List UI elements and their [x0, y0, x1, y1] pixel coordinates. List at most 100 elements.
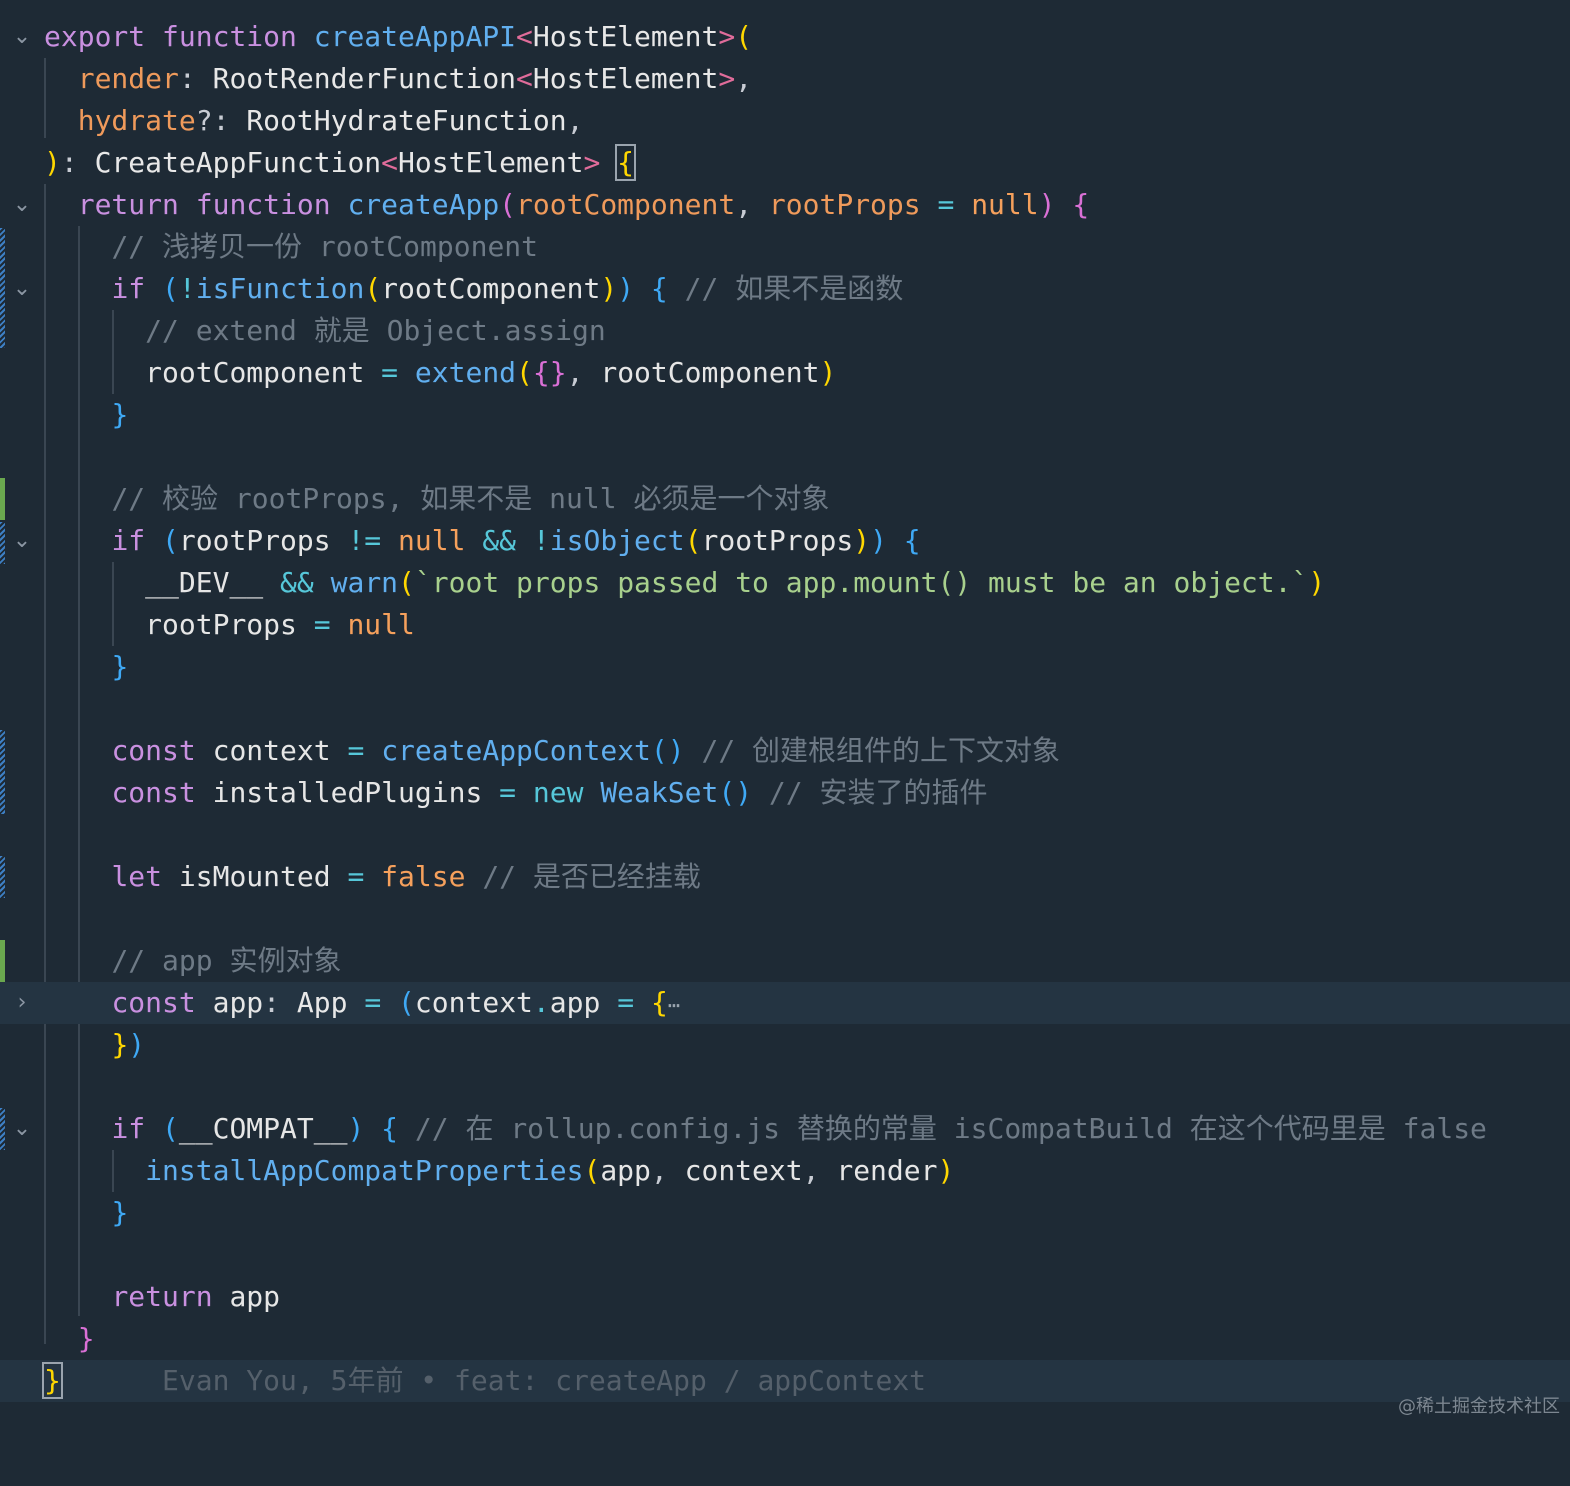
code-line[interactable]: ⌄ if (__COMPAT__) { // 在 rollup.config.j…	[0, 1108, 1570, 1150]
token-keyword: function	[195, 188, 331, 221]
token-bracket: (	[162, 1112, 179, 1145]
code-line[interactable]: return app	[0, 1276, 1570, 1318]
code-line-blame[interactable]: } Evan You, 5年前 • feat: createApp / appC…	[0, 1360, 1570, 1402]
code-editor[interactable]: ⌄ export function createAppAPI<HostEleme…	[0, 0, 1570, 1426]
code-line-current[interactable]: › const app: App = (context.app = {⋯	[0, 982, 1570, 1024]
code-line[interactable]: }	[0, 1318, 1570, 1360]
token-identifier: installedPlugins	[212, 776, 483, 809]
token-bracket: }	[77, 1322, 95, 1355]
token-identifier: render	[836, 1154, 938, 1187]
token-identifier: context	[212, 734, 331, 767]
token-bracket: (	[162, 272, 179, 305]
token-comment: // extend 就是 Object.assign	[145, 314, 606, 347]
code-line[interactable]: const installedPlugins = new WeakSet() /…	[0, 772, 1570, 814]
token-keyword: const	[111, 776, 196, 809]
token-keyword: const	[111, 734, 196, 767]
token-identifier: app	[600, 1154, 651, 1187]
token-operator: =	[347, 860, 365, 893]
token-punct: :	[263, 986, 281, 1019]
code-line[interactable]: // app 实例对象	[0, 940, 1570, 982]
token-operator: !	[532, 524, 550, 557]
chevron-down-icon[interactable]: ⌄	[8, 520, 36, 562]
code-line[interactable]: })	[0, 1024, 1570, 1066]
token-type: HostElement	[398, 146, 584, 179]
code-line[interactable]: __DEV__ && warn(`root props passed to ap…	[0, 562, 1570, 604]
token-bracket: (	[162, 524, 179, 557]
token-bracket-matched: }	[42, 1362, 63, 1399]
token-identifier: isMounted	[178, 860, 331, 893]
code-line[interactable]: // 浅拷贝一份 rootComponent	[0, 226, 1570, 268]
token-bracket: (	[398, 566, 415, 599]
code-line[interactable]: }	[0, 646, 1570, 688]
token-punct: ,	[735, 62, 753, 95]
token-bracket: }	[111, 1196, 129, 1229]
token-operator: =	[347, 734, 365, 767]
token-identifier: context	[684, 1154, 803, 1187]
token-bracket: )	[819, 356, 837, 389]
code-line[interactable]: // extend 就是 Object.assign	[0, 310, 1570, 352]
code-line[interactable]: const context = createAppContext() // 创建…	[0, 730, 1570, 772]
token-keyword: if	[111, 524, 146, 557]
token-constant: null	[971, 188, 1039, 221]
code-line[interactable]: // 校验 rootProps, 如果不是 null 必须是一个对象	[0, 478, 1570, 520]
token-bracket: )	[870, 524, 887, 557]
token-identifier: __DEV__	[145, 566, 264, 599]
token-function: createApp	[347, 188, 500, 221]
token-keyword: let	[111, 860, 163, 893]
code-line[interactable]: ⌄ if (!isFunction(rootComponent)) { // 如…	[0, 268, 1570, 310]
token-bracket: (	[735, 20, 753, 53]
token-bracket: (	[516, 356, 533, 389]
token-punct: ,	[735, 188, 753, 221]
token-operator: !=	[347, 524, 382, 557]
token-punct: .	[532, 986, 550, 1019]
chevron-down-icon[interactable]: ⌄	[8, 268, 36, 310]
token-operator: =	[617, 986, 635, 1019]
token-comment: // 如果不是函数	[684, 272, 904, 305]
chevron-down-icon[interactable]: ⌄	[8, 16, 36, 58]
token-bracket: }	[111, 650, 129, 683]
token-function: createAppContext	[381, 734, 651, 767]
token-bracket: (	[499, 188, 517, 221]
code-line[interactable]: }	[0, 1192, 1570, 1234]
token-comment: // 校验 rootProps, 如果不是 null 必须是一个对象	[111, 482, 830, 515]
code-line[interactable]: hydrate?: RootHydrateFunction,	[0, 100, 1570, 142]
token-bracket: (	[364, 272, 382, 305]
code-line[interactable]: installAppCompatProperties(app, context,…	[0, 1150, 1570, 1192]
folded-region-ellipsis[interactable]: ⋯	[668, 993, 680, 1017]
token-keyword: return	[77, 188, 179, 221]
git-blame-annotation[interactable]: Evan You, 5年前 • feat: createApp / appCon…	[162, 1364, 926, 1397]
code-line[interactable]: ⌄ export function createAppAPI<HostEleme…	[0, 16, 1570, 58]
token-identifier: rootComponent	[145, 356, 365, 389]
token-bracket: )	[128, 1028, 146, 1061]
token-bracket: {}	[532, 356, 567, 389]
token-param: rootComponent	[516, 188, 736, 221]
token-identifier: rootComponent	[381, 272, 601, 305]
code-line[interactable]: ): CreateAppFunction<HostElement> {	[0, 142, 1570, 184]
token-comment: // 在 rollup.config.js 替换的常量 isCompatBuil…	[414, 1112, 1487, 1145]
token-type: App	[296, 986, 348, 1019]
code-line[interactable]: rootComponent = extend({}, rootComponent…	[0, 352, 1570, 394]
watermark: @稀土掘金技术社区	[1398, 1396, 1560, 1417]
token-keyword: function	[162, 20, 297, 53]
token-operator: &&	[280, 566, 314, 599]
chevron-down-icon[interactable]: ⌄	[8, 1108, 36, 1150]
chevron-right-icon[interactable]: ›	[8, 982, 36, 1024]
token-bracket: )	[617, 272, 635, 305]
chevron-down-icon[interactable]: ⌄	[8, 184, 36, 226]
token-function: createAppAPI	[313, 20, 517, 53]
code-line[interactable]: ⌄ return function createApp(rootComponen…	[0, 184, 1570, 226]
code-line[interactable]: render: RootRenderFunction<HostElement>,	[0, 58, 1570, 100]
token-operator: &&	[482, 524, 517, 557]
token-type: HostElement	[532, 62, 719, 95]
code-line[interactable]: ⌄ if (rootProps != null && !isObject(roo…	[0, 520, 1570, 562]
code-line[interactable]: rootProps = null	[0, 604, 1570, 646]
token-keyword: export	[44, 20, 146, 53]
token-bracket: }	[111, 398, 129, 431]
token-bracket: )	[44, 146, 61, 179]
token-identifier: rootProps	[178, 524, 331, 557]
token-param: hydrate	[77, 104, 196, 137]
code-line[interactable]: let isMounted = false // 是否已经挂载	[0, 856, 1570, 898]
token-punct: ,	[802, 1154, 820, 1187]
token-bracket: )	[347, 1112, 365, 1145]
code-line[interactable]: }	[0, 394, 1570, 436]
